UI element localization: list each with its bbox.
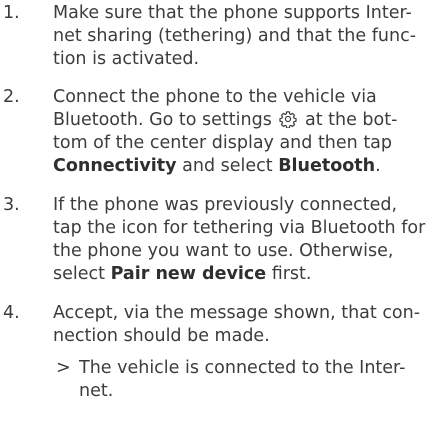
step-number: 2. (3, 87, 20, 107)
step-text-fragment: and select (182, 156, 273, 176)
step-text-line: Bluetooth. Go to settings at the bot- (53, 109, 441, 132)
step-text-line: tom of the center display and then tap (53, 133, 393, 153)
result-arrow-icon: > (56, 358, 71, 378)
gear-icon (279, 111, 298, 128)
step-text: Accept, via the message shown, that con-… (53, 302, 441, 348)
step-number: 4. (3, 303, 20, 323)
step-text: If the phone was previously connected, t… (53, 194, 441, 286)
step-text-line: tap the icon for tethering via Bluetooth… (53, 218, 426, 238)
step-text: Connect the phone to the vehicle via Blu… (53, 86, 441, 178)
step-text-line: select Pair new device first. (53, 263, 441, 286)
step-text-fragment: first. (271, 264, 312, 284)
step-text-fragment: select (53, 264, 105, 284)
step-text-line: tion is activated. (53, 49, 200, 69)
step-text-line: Connect the phone to the vehicle via (53, 87, 377, 107)
step-text-line: Accept, via the message shown, that con- (53, 303, 421, 323)
result-text-line: net. (79, 381, 114, 401)
menu-reference-bluetooth: Bluetooth (278, 156, 376, 176)
menu-reference-connectivity: Connectivity (53, 156, 177, 176)
step-text-line: If the phone was previously connected, (53, 195, 398, 215)
step-text-fragment: . (375, 156, 381, 176)
step-text-line: nection should be made. (53, 326, 270, 346)
step-text-line: Make sure that the phone supports Inter- (53, 3, 412, 23)
step-text-fragment: Bluetooth. Go to settings (53, 110, 272, 130)
step-number: 3. (3, 195, 20, 215)
step-text-line: Connectivity and select Bluetooth. (53, 155, 441, 178)
step-text-fragment: at the bot- (304, 110, 398, 130)
result-text: The vehicle is connected to the Inter- n… (79, 357, 441, 403)
step-text-line: the phone you want to use. Otherwise, (53, 241, 394, 261)
menu-reference-pair-new-device: Pair new device (110, 264, 267, 284)
step-number: 1. (3, 3, 20, 23)
step-text-line: net sharing (tethering) and that the fun… (53, 26, 417, 46)
step-text: Make sure that the phone supports Inter-… (53, 2, 441, 71)
result-text-line: The vehicle is connected to the Inter- (79, 358, 406, 378)
